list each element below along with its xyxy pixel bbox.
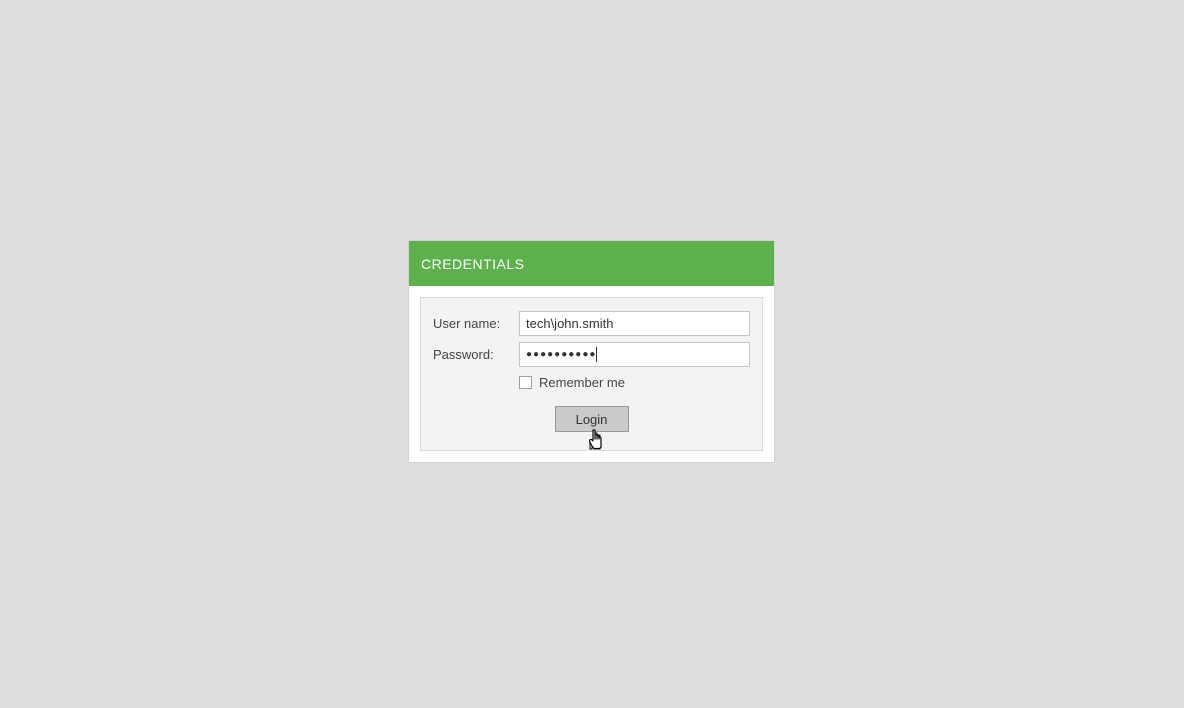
panel-body: User name: Password: ●●●●●●●●●● Remember… [420, 297, 763, 451]
username-input[interactable] [519, 311, 750, 336]
password-input[interactable]: ●●●●●●●●●● [519, 342, 750, 367]
credentials-panel: CREDENTIALS User name: Password: ●●●●●●●… [409, 241, 774, 462]
password-row: Password: ●●●●●●●●●● [433, 342, 750, 367]
login-button[interactable]: Login [555, 406, 629, 432]
button-row: Login [433, 406, 750, 432]
username-label: User name: [433, 316, 519, 331]
password-label: Password: [433, 347, 519, 362]
remember-row: Remember me [519, 375, 750, 390]
password-value: ●●●●●●●●●● [526, 343, 596, 366]
username-row: User name: [433, 311, 750, 336]
panel-title: CREDENTIALS [409, 241, 774, 286]
remember-label[interactable]: Remember me [539, 375, 625, 390]
remember-checkbox[interactable] [519, 376, 532, 389]
text-caret [596, 347, 597, 362]
panel-body-wrap: User name: Password: ●●●●●●●●●● Remember… [409, 286, 774, 462]
